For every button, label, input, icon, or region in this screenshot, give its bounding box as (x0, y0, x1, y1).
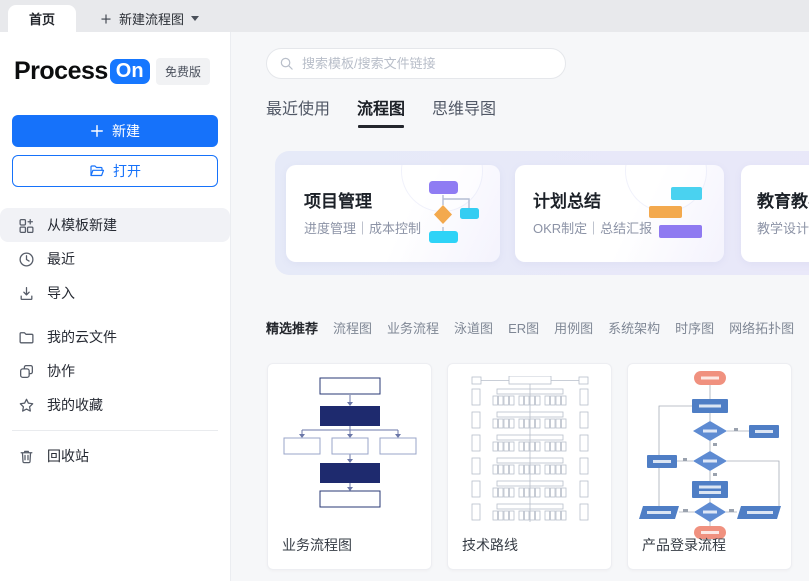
business-flowchart-thumbnail (268, 376, 431, 508)
template-icon (18, 217, 35, 234)
template-card-business-flowchart[interactable]: 业务流程图 (267, 363, 432, 570)
template-card-product-login-flow[interactable]: 产品登录流程 (627, 363, 792, 570)
sidebar-item-import[interactable]: 导入 (0, 276, 230, 310)
main-panel: 最近使用 流程图 思维导图 项目管理 进度管理｜成本控制 计划总结 OKR制定｜… (231, 32, 809, 581)
banner-card-plan-summary[interactable]: 计划总结 OKR制定｜总结汇报 (515, 165, 724, 262)
product-login-flow-thumbnail (628, 369, 791, 539)
open-folder-icon (89, 163, 105, 179)
banner-card-title: 教育教学 (757, 187, 809, 212)
banner-card-project-management[interactable]: 项目管理 进度管理｜成本控制 (286, 165, 500, 262)
tab-flowchart[interactable]: 流程图 (357, 95, 405, 119)
sidebar-item-label: 我的云文件 (47, 327, 117, 347)
search-bar (266, 48, 566, 79)
category-er-diagram[interactable]: ER图 (508, 318, 539, 337)
app-frame: Process On 免费版 新建 打开 从模板新建 最近 导入 (0, 32, 809, 581)
tab-new-flowchart[interactable]: 新建流程图 (90, 5, 209, 32)
gantt-bars-illustration (644, 187, 706, 239)
new-file-button[interactable]: 新建 (12, 115, 218, 147)
open-file-button[interactable]: 打开 (12, 155, 218, 187)
sidebar-item-label: 最近 (47, 249, 75, 269)
sidebar-item-my-cloud-files[interactable]: 我的云文件 (0, 320, 230, 354)
tab-home-label: 首页 (29, 9, 55, 28)
chevron-down-icon (191, 16, 199, 21)
brand-row: Process On 免费版 (0, 32, 230, 86)
star-icon (18, 397, 35, 414)
template-card-label: 业务流程图 (282, 535, 352, 555)
category-swimlane[interactable]: 泳道图 (454, 318, 493, 337)
category-business-process[interactable]: 业务流程 (387, 318, 439, 337)
plus-icon (90, 124, 104, 138)
tech-roadmap-thumbnail (448, 376, 611, 526)
banner-card-subtitle: 教学设计 (757, 218, 809, 237)
sidebar-item-label: 协作 (47, 361, 75, 381)
banner-card-title: 计划总结 (533, 187, 601, 212)
new-file-button-label: 新建 (112, 121, 140, 141)
nav-spacer (0, 310, 230, 320)
trash-icon (18, 448, 35, 465)
tab-recently-used[interactable]: 最近使用 (266, 95, 330, 119)
plus-icon (100, 13, 112, 25)
sidebar-item-favorites[interactable]: 我的收藏 (0, 388, 230, 422)
tab-home[interactable]: 首页 (8, 5, 76, 32)
banner-card-title: 项目管理 (304, 187, 372, 212)
sidebar-item-label: 回收站 (47, 446, 89, 466)
banner-card-education[interactable]: 教育教学 教学设计 (741, 165, 809, 262)
sidebar-item-label: 从模板新建 (47, 215, 117, 235)
sidebar-item-recent[interactable]: 最近 (0, 242, 230, 276)
open-file-button-label: 打开 (113, 161, 141, 181)
brand-logo-badge: On (110, 59, 150, 84)
category-filter-row: 精选推荐 流程图 业务流程 泳道图 ER图 用例图 系统架构 时序图 网络拓扑图 (266, 318, 794, 337)
banner-card-subtitle: 进度管理｜成本控制 (304, 218, 421, 237)
sidebar-item-collaboration[interactable]: 协作 (0, 354, 230, 388)
promo-banner: 项目管理 进度管理｜成本控制 计划总结 OKR制定｜总结汇报 (275, 151, 809, 275)
collaboration-icon (18, 363, 35, 380)
clock-icon (18, 251, 35, 268)
category-featured[interactable]: 精选推荐 (266, 318, 318, 337)
banner-card-subtitle: OKR制定｜总结汇报 (533, 218, 652, 237)
category-sequence[interactable]: 时序图 (675, 318, 714, 337)
sidebar-nav: 从模板新建 最近 导入 我的云文件 协作 我的收藏 (0, 208, 230, 473)
import-icon (18, 285, 35, 302)
template-card-tech-roadmap[interactable]: 技术路线 (447, 363, 612, 570)
mini-flowchart-illustration (414, 175, 486, 245)
brand-logo-text: Process (14, 57, 108, 86)
tab-new-label: 新建流程图 (119, 9, 184, 28)
category-system-architecture[interactable]: 系统架构 (608, 318, 660, 337)
sidebar-item-new-from-template[interactable]: 从模板新建 (0, 208, 230, 242)
content-tabs: 最近使用 流程图 思维导图 (266, 95, 496, 119)
category-flowchart[interactable]: 流程图 (333, 318, 372, 337)
category-use-case[interactable]: 用例图 (554, 318, 593, 337)
tab-mindmap[interactable]: 思维导图 (432, 95, 496, 119)
sidebar-item-label: 导入 (47, 283, 75, 303)
template-card-label: 产品登录流程 (642, 535, 726, 555)
sidebar: Process On 免费版 新建 打开 从模板新建 最近 导入 (0, 32, 231, 581)
search-icon (279, 56, 294, 71)
folder-icon (18, 329, 35, 346)
search-input[interactable] (302, 56, 553, 71)
plan-badge: 免费版 (156, 58, 210, 85)
nav-divider (12, 430, 218, 431)
sidebar-item-label: 我的收藏 (47, 395, 103, 415)
window-tab-bar: 首页 新建流程图 (0, 0, 809, 32)
template-card-label: 技术路线 (462, 535, 518, 555)
sidebar-item-recycle-bin[interactable]: 回收站 (0, 439, 230, 473)
category-network-topology[interactable]: 网络拓扑图 (729, 318, 794, 337)
